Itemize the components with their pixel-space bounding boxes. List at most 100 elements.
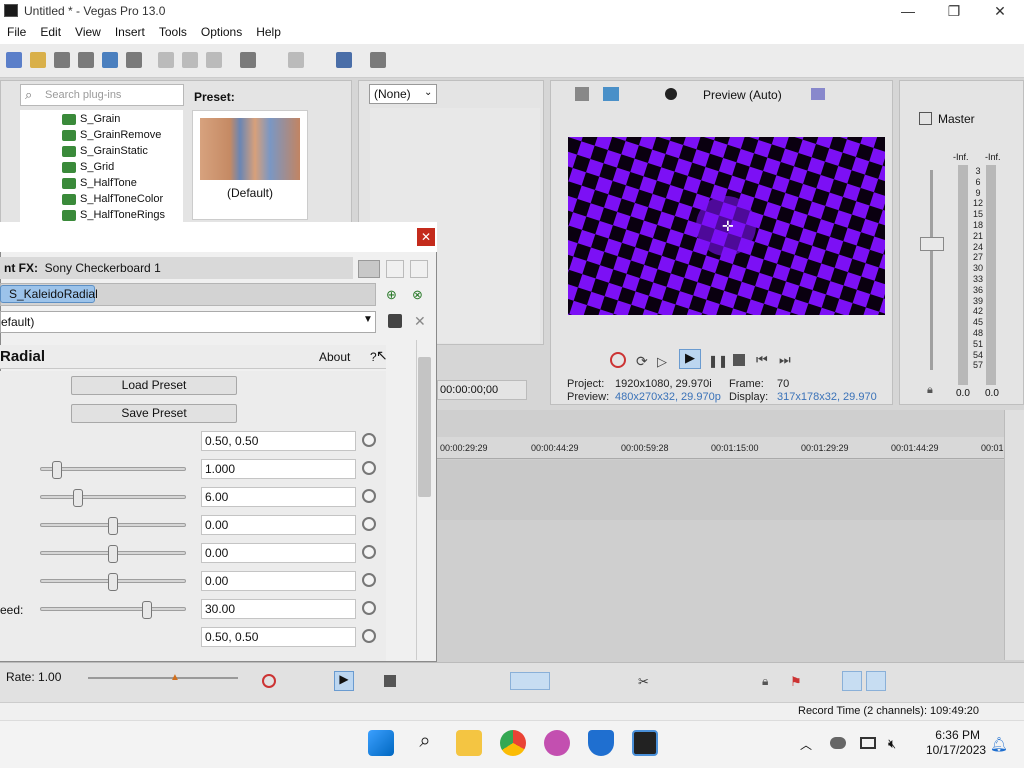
- go-to-end-icon[interactable]: ⏭: [779, 352, 791, 368]
- file-explorer-icon[interactable]: [456, 730, 482, 756]
- timeline-stop-icon[interactable]: [384, 675, 396, 687]
- param-value-field[interactable]: 0.50, 0.50: [201, 431, 356, 451]
- minimize-button[interactable]: —: [890, 1, 926, 21]
- timeline-vertical-scrollbar[interactable]: [1004, 410, 1024, 660]
- rate-slider[interactable]: [88, 677, 238, 679]
- preset-dropdown[interactable]: efault) ▼: [0, 311, 376, 333]
- animate-keyframe-icon[interactable]: [362, 489, 376, 503]
- param-slider-handle[interactable]: [108, 573, 118, 591]
- auto-ripple-icon[interactable]: [842, 671, 862, 691]
- snapping-icon[interactable]: [866, 671, 886, 691]
- go-to-start-icon[interactable]: ⏮: [756, 352, 768, 368]
- animate-keyframe-icon[interactable]: [362, 545, 376, 559]
- properties-icon[interactable]: [126, 52, 142, 68]
- whats-this-icon[interactable]: [370, 52, 386, 68]
- rate-slider-handle[interactable]: ▲: [170, 672, 180, 683]
- copy-icon[interactable]: [182, 52, 198, 68]
- menu-file[interactable]: File: [0, 22, 33, 39]
- preset-thumbnail[interactable]: [200, 118, 300, 180]
- animate-keyframe-icon[interactable]: [362, 629, 376, 643]
- paste-icon[interactable]: [206, 52, 222, 68]
- display-icon[interactable]: [860, 737, 876, 749]
- stop-icon[interactable]: [733, 354, 745, 366]
- close-button[interactable]: ✕: [982, 1, 1018, 21]
- param-slider[interactable]: [40, 461, 186, 479]
- menu-help[interactable]: Help: [249, 22, 288, 39]
- plugin-search-input[interactable]: ⌕ Search plug-ins: [20, 84, 184, 106]
- timeline-record-icon[interactable]: [262, 674, 276, 688]
- param-slider-handle[interactable]: [141, 601, 152, 619]
- cut-icon[interactable]: [158, 52, 174, 68]
- lock-events-icon[interactable]: 🔒︎: [762, 674, 768, 689]
- save-as-icon[interactable]: [78, 52, 94, 68]
- undo-icon[interactable]: [240, 52, 256, 68]
- plugin-list[interactable]: S_Grain S_GrainRemove S_GrainStatic S_Gr…: [20, 110, 183, 222]
- menu-insert[interactable]: Insert: [108, 22, 152, 39]
- preview-settings-icon[interactable]: [575, 87, 589, 101]
- param-slider-handle[interactable]: [51, 461, 62, 479]
- timeline-play-button[interactable]: ▶: [334, 671, 354, 691]
- animate-keyframe-icon[interactable]: [362, 573, 376, 587]
- chrome-icon[interactable]: [500, 730, 526, 756]
- redo-icon[interactable]: [288, 52, 304, 68]
- remove-fx-icon[interactable]: ⊗: [412, 287, 423, 303]
- external-monitor-icon[interactable]: [603, 87, 619, 101]
- menu-edit[interactable]: Edit: [33, 22, 68, 39]
- dialog-close-button[interactable]: ✕: [417, 228, 435, 246]
- edit-tool-dropdown[interactable]: [510, 672, 550, 690]
- save-preset-icon[interactable]: [388, 314, 402, 328]
- taskbar-clock[interactable]: 6:36 PM 10/17/2023: [926, 728, 986, 758]
- play-from-start-icon[interactable]: ▷: [657, 354, 667, 370]
- preview-quality-dropdown[interactable]: Preview (Auto): [703, 88, 782, 102]
- overlays-icon[interactable]: [811, 88, 825, 100]
- lock-icon[interactable]: 🔒︎: [927, 384, 933, 397]
- param-value-field[interactable]: 0.00: [201, 571, 356, 591]
- plugin-item[interactable]: S_GrainStatic: [62, 145, 148, 157]
- maximize-button[interactable]: ❐: [936, 1, 972, 21]
- render-icon[interactable]: [102, 52, 118, 68]
- vegas-taskbar-icon[interactable]: [632, 730, 658, 756]
- param-slider-handle[interactable]: [108, 517, 118, 535]
- animate-keyframe-icon[interactable]: [362, 461, 376, 475]
- master-fader-handle[interactable]: [920, 237, 944, 251]
- preview-quality-icon[interactable]: [665, 88, 677, 100]
- fx-chain-item[interactable]: S_KaleidoRadial: [0, 285, 98, 303]
- play-button[interactable]: ▶: [679, 349, 701, 369]
- event-fx-icon[interactable]: [336, 52, 352, 68]
- save-preset-button[interactable]: Save Preset: [71, 404, 237, 423]
- security-shield-icon[interactable]: [588, 730, 614, 756]
- fx-selector[interactable]: (None) ⌄: [369, 84, 437, 104]
- view-detail-icon[interactable]: [410, 260, 428, 278]
- param-value-field[interactable]: 30.00: [201, 599, 356, 619]
- plugin-item[interactable]: S_HalfTone: [62, 177, 137, 189]
- param-slider[interactable]: [40, 517, 186, 535]
- param-value-field[interactable]: 0.50, 0.50: [201, 627, 356, 647]
- onedrive-icon[interactable]: [830, 737, 846, 749]
- menu-tools[interactable]: Tools: [152, 22, 194, 39]
- timeline-ruler[interactable]: 00:00:29:29 00:00:44:29 00:00:59:28 00:0…: [436, 437, 1008, 459]
- plugin-item[interactable]: S_HalfToneColor: [62, 193, 163, 205]
- param-value-field[interactable]: 6.00: [201, 487, 356, 507]
- view-list-icon[interactable]: [358, 260, 380, 278]
- add-fx-icon[interactable]: ⊕: [386, 287, 397, 303]
- plugin-item[interactable]: S_HalfToneRings: [62, 209, 165, 221]
- scissors-icon[interactable]: ✂: [638, 674, 649, 690]
- param-slider[interactable]: [40, 601, 186, 619]
- save-icon[interactable]: [54, 52, 70, 68]
- menu-options[interactable]: Options: [194, 22, 249, 39]
- param-slider-handle[interactable]: [73, 489, 84, 507]
- param-value-field[interactable]: 1.000: [201, 459, 356, 479]
- param-slider[interactable]: [40, 573, 186, 591]
- search-taskbar-icon[interactable]: ⌕: [412, 730, 438, 756]
- track-area[interactable]: [436, 460, 1008, 520]
- plugin-item[interactable]: S_GrainRemove: [62, 129, 161, 141]
- param-slider[interactable]: [40, 489, 186, 507]
- param-value-field[interactable]: 0.00: [201, 515, 356, 535]
- menu-view[interactable]: View: [68, 22, 108, 39]
- notification-bell-icon[interactable]: 🔔︎: [990, 736, 1008, 753]
- open-icon[interactable]: [30, 52, 46, 68]
- param-slider[interactable]: [40, 545, 186, 563]
- delete-preset-icon[interactable]: ✕: [414, 313, 426, 330]
- dialog-scrollbar-thumb[interactable]: [418, 357, 431, 497]
- marker-icon[interactable]: ⚑: [790, 674, 802, 690]
